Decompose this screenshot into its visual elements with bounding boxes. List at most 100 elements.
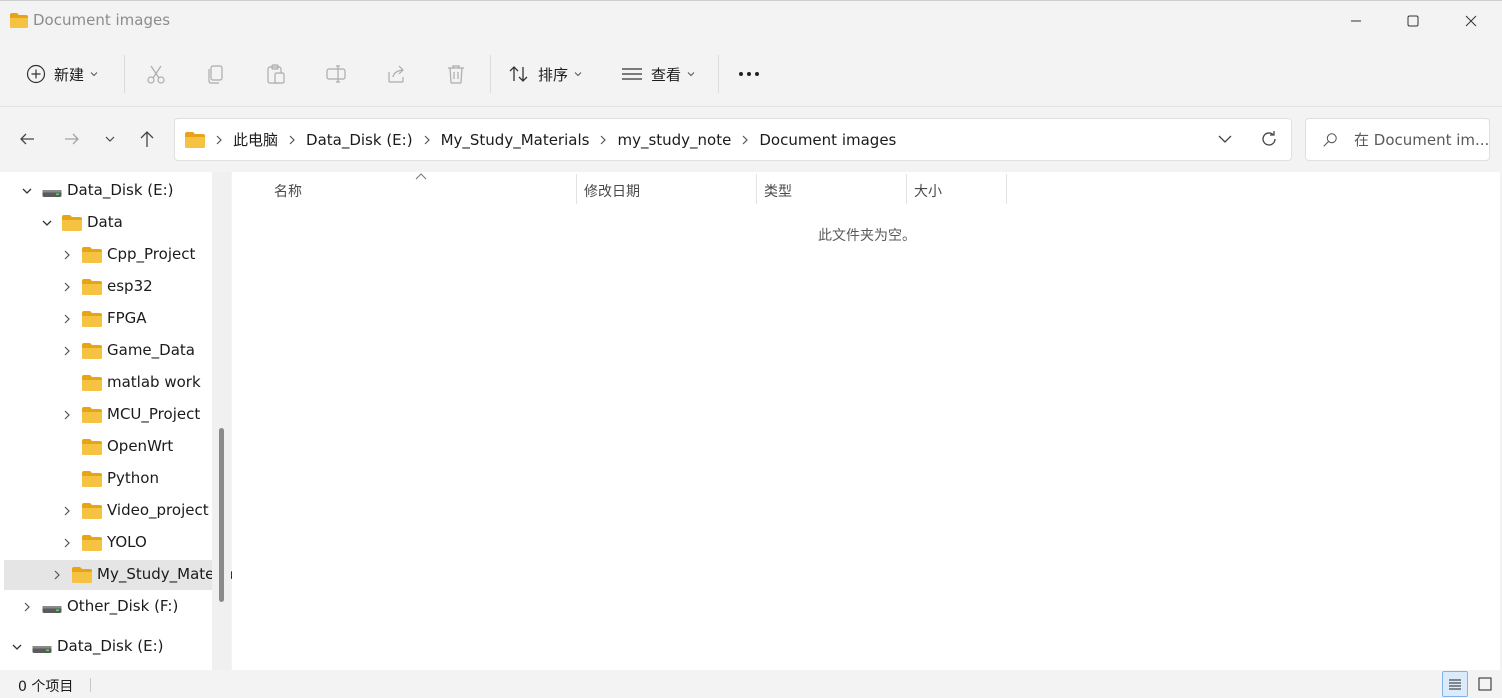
breadcrumb-document-images[interactable]: Document images [759, 131, 896, 149]
column-header-name[interactable]: 名称 [274, 176, 574, 206]
column-header-type[interactable]: 类型 [764, 176, 904, 206]
share-button[interactable] [385, 53, 407, 95]
nav-scrollbar-thumb[interactable] [219, 428, 224, 602]
chevron-right-icon[interactable] [60, 312, 74, 326]
chevron-right-icon[interactable] [20, 600, 34, 614]
nav-item-label: Other_Disk (F:) [67, 597, 179, 615]
back-button[interactable] [11, 122, 43, 156]
nav-item[interactable]: esp32 [0, 272, 212, 302]
copy-icon [208, 65, 223, 84]
column-header-size[interactable]: 大小 [914, 176, 1004, 206]
address-history-button[interactable] [1217, 131, 1233, 151]
nav-scrollbar[interactable] [212, 172, 231, 670]
search-box[interactable] [1305, 118, 1490, 161]
navigation-pane: Data_Disk (E:) Data Cpp_Project esp32 FPGA Ga… [0, 172, 234, 670]
breadcrumb: 此电脑 Data_Disk (E:) My_Study_Materials my… [185, 129, 896, 150]
large-icons-view-icon [1478, 677, 1492, 691]
column-divider[interactable] [906, 174, 907, 204]
chevron-right-icon[interactable] [60, 248, 74, 262]
nav-item[interactable]: OpenWrt [0, 432, 212, 462]
window-title: Document images [33, 11, 171, 29]
nav-item-label: Video_project [107, 501, 209, 519]
nav-item-label: esp32 [107, 277, 153, 295]
toolbar-divider [490, 55, 491, 93]
status-divider [90, 678, 91, 692]
folder-icon [82, 407, 102, 427]
more-options-button[interactable] [737, 53, 761, 95]
new-label: 新建 [54, 65, 85, 84]
chevron-down-icon[interactable] [40, 216, 54, 230]
chevron-down-icon [574, 72, 582, 77]
nav-item[interactable]: Game_Data [0, 336, 212, 366]
clipboard-icon [267, 64, 285, 84]
refresh-button[interactable] [1259, 129, 1279, 153]
nav-item-label: FPGA [107, 309, 147, 327]
nav-item[interactable]: Python [0, 464, 212, 494]
recent-locations-button[interactable] [94, 122, 126, 156]
nav-item-label: matlab work [107, 373, 201, 391]
breadcrumb-this-pc[interactable]: 此电脑 [233, 129, 278, 150]
nav-item[interactable]: My_Study_Materia [4, 560, 234, 590]
folder-icon [82, 375, 102, 395]
nav-item[interactable]: MCU_Project [0, 400, 212, 430]
chevron-down-icon[interactable] [10, 640, 24, 654]
breadcrumb-data-disk[interactable]: Data_Disk (E:) [306, 131, 413, 149]
nav-item[interactable]: FPGA [0, 304, 212, 334]
paste-button[interactable] [265, 53, 287, 95]
close-button[interactable] [1442, 1, 1500, 41]
folder-icon [82, 279, 102, 299]
folder-icon [82, 311, 102, 331]
nav-item[interactable]: Video_project [0, 496, 212, 526]
nav-item-label: MCU_Project [107, 405, 201, 423]
column-divider[interactable] [756, 174, 757, 204]
large-icons-view-button[interactable] [1472, 671, 1498, 697]
chevron-right-icon[interactable] [60, 536, 74, 550]
column-divider[interactable] [576, 174, 577, 204]
column-header-modified[interactable]: 修改日期 [584, 176, 754, 206]
search-input[interactable] [1354, 130, 1489, 149]
view-button[interactable]: 查看 [621, 53, 695, 95]
nav-item[interactable]: YOLO [0, 528, 212, 558]
folder-icon [82, 343, 102, 363]
column-modified-label: 修改日期 [584, 184, 640, 200]
new-button[interactable]: 新建 [26, 53, 98, 95]
up-button[interactable] [131, 122, 163, 156]
column-divider[interactable] [1006, 174, 1007, 204]
chevron-right-icon[interactable] [60, 408, 74, 422]
nav-item[interactable]: Cpp_Project [0, 240, 212, 270]
title-bar: Document images [0, 1, 1502, 41]
folder-icon [82, 535, 102, 555]
nav-item[interactable]: matlab work [0, 368, 212, 398]
chevron-right-icon[interactable] [60, 344, 74, 358]
chevron-down-icon [1218, 135, 1232, 143]
chevron-right-icon[interactable] [60, 280, 74, 294]
minimize-button[interactable] [1327, 1, 1385, 41]
forward-button[interactable] [56, 122, 88, 156]
chevron-right-icon[interactable] [60, 504, 74, 518]
nav-item[interactable]: Data_Disk (E:) [0, 632, 212, 662]
cut-button[interactable] [145, 53, 167, 95]
close-icon [1465, 15, 1477, 27]
chevron-down-icon[interactable] [20, 184, 34, 198]
breadcrumb-my-study-materials[interactable]: My_Study_Materials [441, 131, 590, 149]
chevron-right-icon [288, 135, 296, 145]
copy-button[interactable] [205, 53, 227, 95]
column-size-label: 大小 [914, 184, 942, 200]
breadcrumb-my-study-note[interactable]: my_study_note [617, 131, 731, 149]
maximize-button[interactable] [1384, 1, 1442, 41]
rename-button[interactable] [325, 53, 347, 95]
nav-item[interactable]: Data_Disk (E:) [0, 176, 212, 206]
folder-icon [10, 13, 28, 28]
nav-item-label: YOLO [107, 533, 147, 551]
folder-icon [82, 439, 102, 459]
chevron-right-icon[interactable] [50, 568, 64, 582]
arrow-up-icon [140, 131, 154, 147]
delete-button[interactable] [445, 53, 467, 95]
folder-icon [82, 503, 102, 523]
address-bar[interactable]: 此电脑 Data_Disk (E:) My_Study_Materials my… [174, 118, 1292, 161]
nav-item-label: Data [87, 213, 123, 231]
sort-button[interactable]: 排序 [508, 53, 582, 95]
nav-item[interactable]: Data [0, 208, 212, 238]
details-view-button[interactable] [1442, 671, 1468, 697]
nav-item[interactable]: Other_Disk (F:) [0, 592, 212, 622]
